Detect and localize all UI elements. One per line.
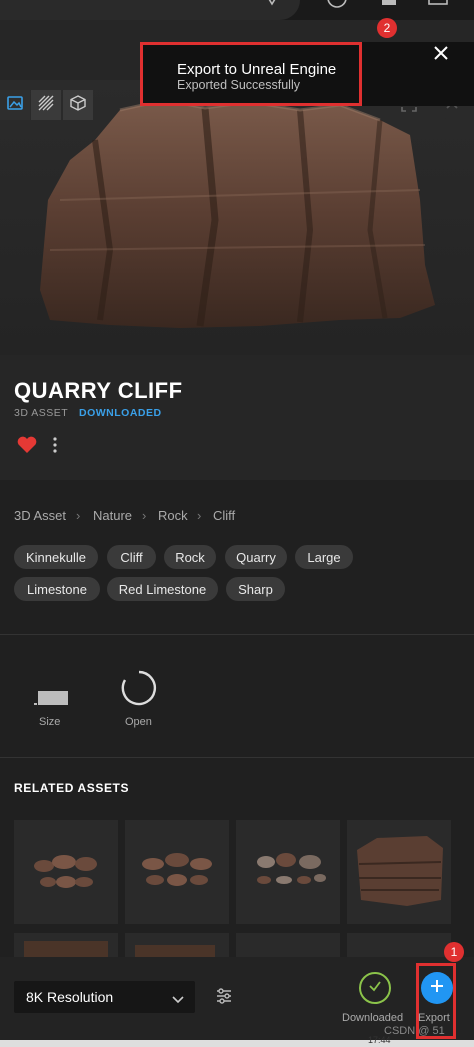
breadcrumb-item[interactable]: 3D Asset [14, 508, 66, 523]
download-status: DOWNLOADED [79, 407, 162, 419]
tag-chip[interactable]: Limestone [14, 577, 100, 601]
tag-chip[interactable]: Rock [164, 545, 216, 569]
asset-type: 3D ASSET [14, 407, 69, 419]
loading-spinner-icon [120, 670, 158, 711]
cube-icon [69, 94, 87, 117]
user-icon[interactable] [325, 0, 349, 14]
image-icon [6, 94, 24, 117]
related-asset-card[interactable] [236, 933, 340, 957]
taskbar: 17:44 [0, 1036, 474, 1047]
export-label: Export [418, 1012, 450, 1024]
related-asset-card[interactable] [125, 820, 229, 924]
rock-pile-image [34, 855, 97, 888]
chevron-right-icon: › [197, 508, 202, 523]
settings-button[interactable] [214, 986, 234, 1006]
chevron-right-icon: › [142, 508, 147, 523]
toast-highlight-box: Export to Unreal Engine Exported Success… [140, 42, 362, 106]
tag-chip[interactable]: Quarry [225, 545, 287, 569]
clock-text: 17:44 [368, 1035, 391, 1045]
breadcrumb-item[interactable]: Nature [93, 508, 132, 523]
star-icon[interactable] [262, 0, 282, 10]
top-bar [0, 0, 474, 20]
related-asset-card[interactable] [14, 820, 118, 924]
annotation-badge-2: 2 [377, 18, 397, 38]
rock-pile-image [142, 853, 212, 886]
rock-model-image [40, 98, 435, 328]
close-icon [432, 46, 450, 66]
rock-slab-image [357, 836, 443, 906]
image-view-button[interactable] [0, 90, 30, 120]
tag-chip[interactable]: Sharp [226, 577, 285, 601]
more-vertical-icon [48, 437, 62, 459]
asset-preview[interactable] [0, 80, 474, 355]
favorite-button[interactable] [16, 435, 38, 455]
sliders-icon [214, 988, 234, 1010]
breadcrumb-item[interactable]: Cliff [213, 508, 235, 523]
downloaded-label: Downloaded [342, 1012, 404, 1024]
related-assets-heading: RELATED ASSETS [14, 781, 130, 795]
window-icon[interactable] [428, 0, 448, 8]
tag-chip[interactable]: Cliff [107, 545, 156, 569]
header-tab [0, 0, 300, 20]
related-asset-card[interactable] [236, 820, 340, 924]
related-asset-card[interactable] [347, 820, 451, 924]
texture-view-button[interactable] [31, 90, 61, 120]
tag-chip[interactable]: Kinnekulle [14, 545, 98, 569]
downloaded-button[interactable] [359, 972, 391, 1004]
asset-title: QUARRY CLIFF [14, 378, 183, 403]
rock-image [24, 941, 108, 957]
breadcrumb-item[interactable]: Rock [158, 508, 188, 523]
asset-info-panel [0, 355, 474, 480]
section-divider [0, 757, 474, 758]
watermark: CSDN @ 51 [384, 1025, 445, 1037]
toast-title: Export to Unreal Engine [177, 61, 337, 78]
resolution-select[interactable]: 8K Resolution [14, 981, 195, 1013]
toast-close-button[interactable] [432, 44, 450, 62]
annotation-badge-1: 1 [444, 942, 464, 962]
open-button[interactable] [120, 669, 158, 707]
texture-icon [37, 94, 55, 117]
export-button[interactable] [421, 972, 453, 1004]
rock-pile-image [257, 853, 326, 884]
open-label: Open [125, 716, 152, 728]
tag-chip[interactable]: Large [295, 545, 353, 569]
chevron-down-icon [172, 991, 184, 1009]
toast-message: Exported Successfully [177, 78, 300, 92]
size-label: Size [39, 716, 61, 728]
chevron-right-icon: › [76, 508, 81, 523]
more-options-button[interactable] [48, 435, 62, 455]
section-divider [0, 634, 474, 635]
resolution-value: 8K Resolution [26, 989, 114, 1005]
rock-image [135, 945, 215, 957]
notification-icon[interactable] [380, 0, 398, 8]
plus-icon [429, 978, 445, 999]
related-asset-card[interactable] [14, 933, 118, 957]
related-asset-card[interactable] [347, 933, 451, 957]
size-icon [34, 689, 70, 707]
check-icon [367, 978, 383, 999]
3d-view-button[interactable] [63, 90, 93, 120]
related-asset-card[interactable] [125, 933, 229, 957]
heart-icon [16, 436, 38, 459]
tag-chip[interactable]: Red Limestone [107, 577, 218, 601]
